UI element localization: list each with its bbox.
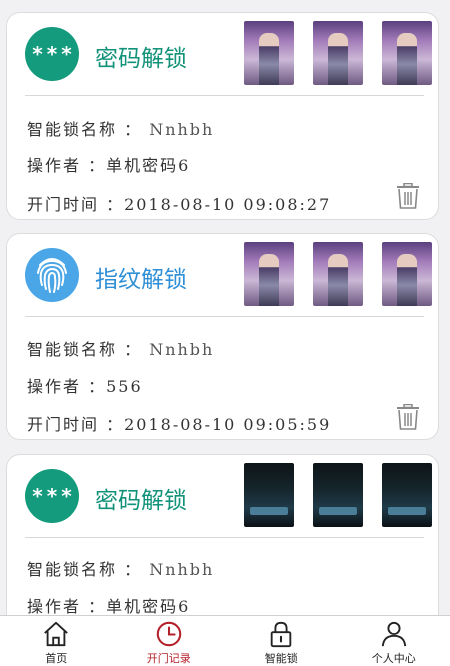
lock-icon xyxy=(266,620,296,648)
snapshot-thumbnail[interactable] xyxy=(382,21,432,85)
trash-icon[interactable] xyxy=(396,404,420,430)
unlock-type: 指纹解锁 xyxy=(95,260,187,294)
snapshot-thumbnail[interactable] xyxy=(382,463,432,527)
time-row: 开门时间 ：2018-08-10 09:08:27 xyxy=(27,191,331,215)
trash-icon[interactable] xyxy=(396,183,420,209)
lock-name-label: 智能锁名称 ： xyxy=(27,560,142,579)
tab-label: 开门记录 xyxy=(147,650,191,666)
operator-value: 单机密码6 xyxy=(106,156,190,175)
operator-label: 操作者 ： xyxy=(27,156,106,175)
clock-icon xyxy=(154,620,184,648)
snapshot-thumbnail[interactable] xyxy=(313,21,363,85)
time-value: 2018-08-10 09:05:59 xyxy=(124,415,331,434)
divider xyxy=(25,537,424,538)
time-value: 2018-08-10 09:08:27 xyxy=(124,195,331,214)
operator-row: 操作者 ：单机密码6 xyxy=(27,152,190,176)
tab-profile[interactable]: 个人中心 xyxy=(338,616,450,666)
lock-name-value: Nnhbh xyxy=(149,560,214,579)
tab-home[interactable]: 首页 xyxy=(0,616,113,666)
snapshot-thumbnail[interactable] xyxy=(313,463,363,527)
time-row: 开门时间 ：2018-08-10 09:05:59 xyxy=(27,411,331,435)
lock-name-row: 智能锁名称 ： Nnhbh xyxy=(27,556,214,580)
tab-label: 个人中心 xyxy=(372,650,416,666)
snapshot-thumbnails xyxy=(244,21,432,85)
record-header: 指纹解锁 xyxy=(7,234,438,316)
lock-name-label: 智能锁名称 ： xyxy=(27,120,142,139)
record-header: *** 密码解锁 xyxy=(7,13,438,95)
record-card[interactable]: *** 密码解锁 智能锁名称 ： Nnhbh 操作者 ：单机密码6 开门时间 ：… xyxy=(6,12,439,220)
operator-row: 操作者 ：556 xyxy=(27,373,143,397)
operator-row: 操作者 ：单机密码6 xyxy=(27,593,190,615)
time-label: 开门时间 ： xyxy=(27,415,124,434)
lock-name-value: Nnhbh xyxy=(149,340,214,359)
record-header: *** 密码解锁 xyxy=(7,455,438,537)
tab-label: 首页 xyxy=(45,650,67,666)
snapshot-thumbnail[interactable] xyxy=(313,242,363,306)
lock-name-row: 智能锁名称 ： Nnhbh xyxy=(27,336,214,360)
bottom-tab-bar: 首页 开门记录 智能锁 个人中心 xyxy=(0,615,450,666)
snapshot-thumbnail[interactable] xyxy=(244,463,294,527)
operator-label: 操作者 ： xyxy=(27,377,106,396)
lock-name-label: 智能锁名称 ： xyxy=(27,340,142,359)
unlock-type: 密码解锁 xyxy=(95,39,187,73)
lock-name-value: Nnhbh xyxy=(149,120,214,139)
divider xyxy=(25,95,424,96)
snapshot-thumbnail[interactable] xyxy=(244,242,294,306)
snapshot-thumbnails xyxy=(244,463,432,527)
fingerprint-icon xyxy=(25,248,79,302)
record-list[interactable]: *** 密码解锁 智能锁名称 ： Nnhbh 操作者 ：单机密码6 开门时间 ：… xyxy=(0,0,450,615)
home-icon xyxy=(41,620,71,648)
record-card[interactable]: 指纹解锁 智能锁名称 ： Nnhbh 操作者 ：556 开门时间 ：2018-0… xyxy=(6,233,439,440)
snapshot-thumbnails xyxy=(244,242,432,306)
snapshot-thumbnail[interactable] xyxy=(382,242,432,306)
password-icon: *** xyxy=(25,27,79,81)
tab-label: 智能锁 xyxy=(265,650,298,666)
operator-label: 操作者 ： xyxy=(27,597,106,615)
tab-unlock-records[interactable]: 开门记录 xyxy=(113,616,226,666)
operator-value: 单机密码6 xyxy=(106,597,190,615)
record-card[interactable]: *** 密码解锁 智能锁名称 ： Nnhbh 操作者 ：单机密码6 xyxy=(6,454,439,615)
password-icon: *** xyxy=(25,469,79,523)
divider xyxy=(25,316,424,317)
snapshot-thumbnail[interactable] xyxy=(244,21,294,85)
person-icon xyxy=(379,620,409,648)
operator-value: 556 xyxy=(106,377,143,396)
unlock-type: 密码解锁 xyxy=(95,481,187,515)
lock-name-row: 智能锁名称 ： Nnhbh xyxy=(27,116,214,140)
tab-smart-lock[interactable]: 智能锁 xyxy=(225,616,338,666)
time-label: 开门时间 ： xyxy=(27,195,124,214)
